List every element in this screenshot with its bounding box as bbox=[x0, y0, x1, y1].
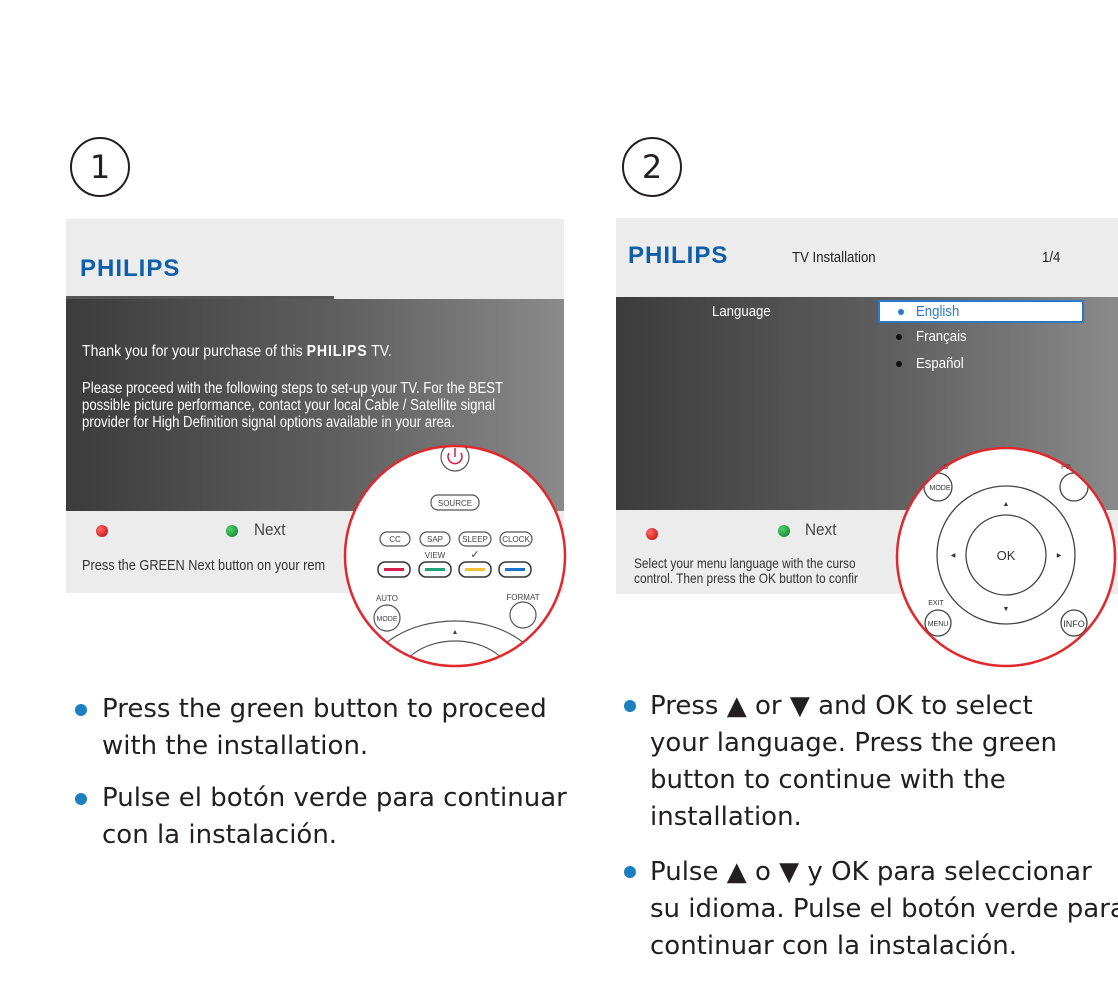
right-arrow-icon[interactable]: ▶ bbox=[1057, 553, 1062, 559]
page-indicator: 1/4 bbox=[1042, 249, 1061, 266]
up-arrow-icon: ▲ bbox=[452, 629, 459, 636]
step-number-1: 1 bbox=[70, 137, 130, 197]
step-number-2: 2 bbox=[622, 137, 682, 197]
red-button-icon bbox=[646, 528, 658, 540]
next-label: Next bbox=[254, 520, 286, 539]
footer-instruction: Select your menu language with the curso… bbox=[634, 555, 859, 586]
bullet-icon bbox=[624, 700, 636, 712]
bullet-icon bbox=[75, 793, 87, 805]
bullet-icon bbox=[896, 361, 902, 367]
bullet-icon bbox=[624, 866, 636, 878]
bullet-icon bbox=[75, 704, 87, 716]
green-button-icon bbox=[778, 525, 790, 537]
check-icon: ✓ bbox=[470, 549, 479, 561]
philips-logo: PHILIPS bbox=[628, 242, 729, 269]
view-label: VIEW bbox=[425, 551, 446, 560]
language-option-francais[interactable]: Français bbox=[878, 327, 1084, 349]
bullet-icon bbox=[896, 334, 902, 340]
info-button[interactable]: INFO bbox=[1063, 619, 1085, 629]
clock-button[interactable]: CLOCK bbox=[502, 535, 530, 544]
footer-instruction: Press the GREEN Next button on your rem bbox=[82, 557, 326, 574]
screen-header: PHILIPS TV Installation 1/4 bbox=[616, 218, 1118, 297]
remote-zoom-step2: OK ▲ ▼ ◀ ▶ MODE O FO EXIT MENU INFO bbox=[895, 446, 1117, 668]
source-button[interactable]: SOURCE bbox=[438, 499, 472, 508]
step1-instruction-es: Pulse el botón verde para continuar con … bbox=[102, 783, 567, 850]
step2-instruction-es: Pulse ▲ o ▼ y OK para seleccionar su idi… bbox=[650, 857, 1118, 961]
thanks-message: Thank you for your purchase of this PHIL… bbox=[82, 343, 392, 360]
installation-title: TV Installation bbox=[792, 249, 876, 266]
mode-button[interactable]: MODE bbox=[930, 485, 951, 492]
down-arrow-icon[interactable]: ▼ bbox=[1003, 606, 1010, 613]
format-label: FORMAT bbox=[506, 593, 539, 602]
remote-zoom-step1: SOURCE CC SAP SLEEP CLOCK VIEW ✓ AUTO MO… bbox=[343, 444, 567, 668]
language-label: Language bbox=[712, 303, 771, 320]
left-arrow-icon[interactable]: ◀ bbox=[951, 553, 956, 559]
menu-button[interactable]: MENU bbox=[928, 621, 949, 628]
next-label: Next bbox=[805, 520, 837, 539]
philips-logo: PHILIPS bbox=[80, 255, 181, 282]
bullet-icon bbox=[898, 309, 904, 315]
cc-button[interactable]: CC bbox=[389, 535, 401, 544]
step1-instruction-en: Press the green button to proceed with t… bbox=[102, 694, 547, 761]
screen-header: PHILIPS bbox=[66, 219, 564, 299]
green-button-icon bbox=[226, 525, 238, 537]
language-option-espanol[interactable]: Español bbox=[878, 354, 1084, 376]
step2-instruction-en: Press ▲ or ▼ and OK to select your langu… bbox=[650, 691, 1058, 832]
sap-button[interactable]: SAP bbox=[427, 535, 443, 544]
setup-paragraph: Please proceed with the following steps … bbox=[82, 380, 504, 431]
ok-label: OK bbox=[997, 548, 1016, 563]
auto-label: AUTO bbox=[376, 594, 398, 603]
sleep-button[interactable]: SLEEP bbox=[462, 535, 488, 544]
exit-label: EXIT bbox=[928, 600, 944, 607]
language-option-english[interactable]: English bbox=[878, 300, 1084, 323]
mode-button[interactable]: MODE bbox=[377, 616, 398, 623]
red-button-icon bbox=[96, 525, 108, 537]
up-arrow-icon[interactable]: ▲ bbox=[1003, 501, 1010, 508]
